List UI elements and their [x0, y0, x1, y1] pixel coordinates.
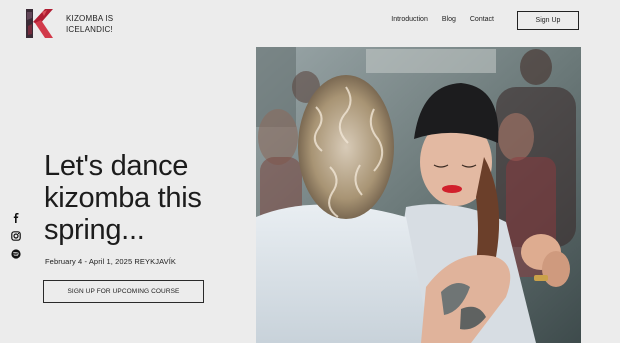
instagram-icon[interactable]: [11, 231, 21, 241]
hero-title: Let's dance kizomba this spring...: [44, 150, 202, 246]
main-nav: Introduction Blog Contact: [391, 16, 494, 23]
page: KIZOMBA IS ICELANDIC! Introduction Blog …: [0, 0, 620, 343]
course-dates: February 4 - April 1, 2025 REYKJAVÍK: [45, 257, 177, 266]
dancers-image: [256, 47, 581, 343]
spotify-icon[interactable]: [11, 249, 21, 259]
nav-item-contact[interactable]: Contact: [470, 16, 494, 23]
brand-name[interactable]: KIZOMBA IS ICELANDIC!: [66, 13, 136, 35]
social-links: [10, 213, 22, 259]
sign-up-button[interactable]: Sign Up: [517, 11, 579, 30]
signup-course-button[interactable]: SIGN UP FOR UPCOMING COURSE: [43, 280, 204, 303]
k-letter-logo-icon[interactable]: [24, 8, 54, 39]
nav-item-introduction[interactable]: Introduction: [391, 16, 428, 23]
facebook-icon[interactable]: [11, 213, 21, 223]
nav-item-blog[interactable]: Blog: [442, 16, 456, 23]
hero-photo: [256, 47, 581, 343]
